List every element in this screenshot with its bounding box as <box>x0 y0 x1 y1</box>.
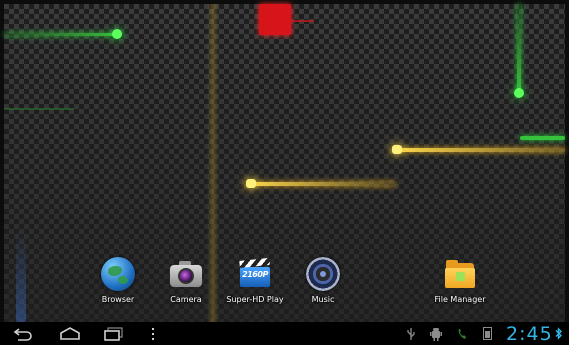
recent-apps-button[interactable] <box>100 324 128 343</box>
app-label: Camera <box>170 295 202 304</box>
system-bar: 2:45 <box>0 322 569 345</box>
video-player-icon: 2160P <box>238 257 272 291</box>
app-label: Super-HD Play <box>226 295 284 304</box>
folder-icon <box>443 257 477 291</box>
app-label: Music <box>311 295 335 304</box>
bluetooth-icon <box>555 326 563 341</box>
wallpaper-glow-line <box>290 20 314 22</box>
screen-bezel-right <box>565 0 569 345</box>
home-icon <box>60 327 80 340</box>
app-label: Browser <box>101 295 135 304</box>
wallpaper-glow-line <box>520 136 565 140</box>
screen-bezel-left <box>0 0 4 345</box>
wallpaper-glow-dot <box>392 145 402 154</box>
wallpaper-glow-line <box>4 108 74 110</box>
menu-button[interactable] <box>146 324 160 343</box>
android-debug-icon <box>430 326 442 341</box>
menu-icon <box>152 327 154 340</box>
back-icon <box>13 327 32 341</box>
wallpaper-glow-line <box>246 182 396 186</box>
wallpaper-glow-dot <box>246 179 256 188</box>
android-home-screen: Browser Camera 2160P Super-HD Play Music… <box>0 0 569 345</box>
status-clock[interactable]: 2:45 <box>506 323 553 345</box>
phone-icon <box>457 326 467 341</box>
recent-apps-icon <box>104 326 123 341</box>
back-button[interactable] <box>10 324 38 343</box>
speaker-icon <box>306 257 340 291</box>
wallpaper-glow-line <box>392 148 565 152</box>
wallpaper-glow-dot <box>514 88 524 98</box>
app-camera[interactable]: Camera <box>154 257 218 311</box>
app-music[interactable]: Music <box>291 257 355 311</box>
home-button[interactable] <box>56 324 84 343</box>
wallpaper-glow-line <box>16 228 26 322</box>
storage-icon <box>483 326 492 341</box>
wallpaper-glow-line <box>4 33 122 36</box>
app-label: File Manager <box>434 295 486 304</box>
icon-badge-text: 2160P <box>242 270 268 279</box>
usb-icon <box>406 326 416 341</box>
app-file-manager[interactable]: File Manager <box>428 257 492 311</box>
wallpaper-glow-dot <box>112 29 122 39</box>
app-browser[interactable]: Browser <box>86 257 150 311</box>
app-super-hd-play[interactable]: 2160P Super-HD Play <box>223 257 287 311</box>
wallpaper-glow-line <box>517 4 521 94</box>
wallpaper-glow-block <box>259 4 291 35</box>
camera-icon <box>169 257 203 291</box>
globe-icon <box>101 257 135 291</box>
